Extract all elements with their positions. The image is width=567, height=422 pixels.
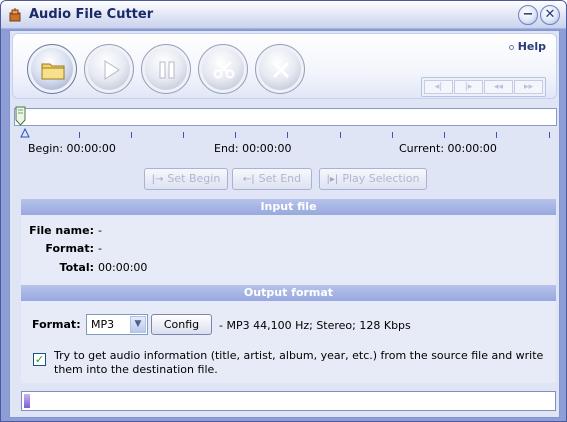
help-bullet-icon <box>508 44 514 50</box>
play-selection-button[interactable]: |▸| Play Selection <box>319 168 427 190</box>
navigation-buttons: ◂| |▸ ◂◂ ▸▸ <box>421 77 546 97</box>
set-end-icon: ←| <box>242 174 255 185</box>
tick <box>444 132 445 138</box>
minimize-button[interactable]: − <box>518 5 538 25</box>
window-title: Audio File Cutter <box>29 7 154 22</box>
format-value: - <box>98 242 102 255</box>
output-format-header: Output format <box>21 285 556 301</box>
current-time: Current: 00:00:00 <box>399 142 497 155</box>
play-icon <box>104 60 120 80</box>
format-label: Format: <box>45 242 94 255</box>
tick <box>235 132 236 138</box>
set-begin-button[interactable]: |→ Set Begin <box>144 168 228 190</box>
set-end-button[interactable]: ←| Set End <box>232 168 312 190</box>
set-begin-label: Set Begin <box>167 172 221 185</box>
stop-button[interactable] <box>255 44 305 94</box>
tick <box>340 132 341 138</box>
format-info: - MP3 44,100 Hz; Stereo; 128 Kbps <box>219 319 411 332</box>
audio-info-checkbox[interactable]: ✓ <box>33 353 46 366</box>
progress-fill <box>24 394 30 408</box>
set-end-label: Set End <box>258 172 302 185</box>
pause-button[interactable] <box>141 44 191 94</box>
tick <box>287 132 288 138</box>
file-name-label: File name: <box>29 224 94 237</box>
position-slider[interactable] <box>14 106 557 126</box>
prev-button[interactable]: ◂| <box>424 80 453 94</box>
open-button[interactable] <box>27 44 77 94</box>
play-selection-label: Play Selection <box>342 172 420 185</box>
format-select[interactable]: MP3 ▼ <box>86 314 148 335</box>
close-button[interactable]: ✕ <box>540 5 560 25</box>
help-label: Help <box>517 40 546 53</box>
scissors-icon <box>213 61 235 79</box>
chevron-down-icon[interactable]: ▼ <box>130 316 146 333</box>
cut-button[interactable] <box>198 44 248 94</box>
end-time: End: 00:00:00 <box>214 142 292 155</box>
tick <box>79 132 80 138</box>
input-file-header: Input file <box>21 199 556 215</box>
play-selection-icon: |▸| <box>326 174 339 185</box>
next-button[interactable]: |▸ <box>454 80 483 94</box>
tick <box>549 132 550 138</box>
slider-thumb[interactable] <box>15 106 26 126</box>
app-window: Audio File Cutter − ✕ Help ◂| |▸ ◂◂ ▸▸ B… <box>0 0 567 422</box>
tick <box>496 132 497 138</box>
tick <box>183 132 184 138</box>
total-label: Total: <box>59 261 94 274</box>
play-button[interactable] <box>84 44 134 94</box>
set-begin-icon: |→ <box>151 174 164 185</box>
format-select-value: MP3 <box>91 318 115 331</box>
main-panel: Help ◂| |▸ ◂◂ ▸▸ Begin: 00:00:00 End: 00… <box>9 30 560 418</box>
timeline-ticks <box>24 132 557 140</box>
toolbar: Help ◂| |▸ ◂◂ ▸▸ <box>12 33 557 99</box>
progress-bar <box>21 391 556 411</box>
rewind-button[interactable]: ◂◂ <box>484 80 513 94</box>
folder-icon <box>41 63 65 80</box>
total-value: 00:00:00 <box>98 261 148 274</box>
file-name-value: - <box>98 224 102 237</box>
pause-icon <box>159 61 175 79</box>
config-button[interactable]: Config <box>151 314 212 335</box>
output-format-label: Format: <box>32 318 81 331</box>
tick <box>131 132 132 138</box>
tick <box>392 132 393 138</box>
stop-icon <box>272 61 290 79</box>
help-link[interactable]: Help <box>508 40 546 53</box>
forward-button[interactable]: ▸▸ <box>514 80 543 94</box>
audio-info-checkbox-label[interactable]: Try to get audio information (title, art… <box>54 349 544 377</box>
begin-time: Begin: 00:00:00 <box>28 142 116 155</box>
app-icon <box>9 8 21 22</box>
title-bar[interactable]: Audio File Cutter − ✕ <box>1 1 566 29</box>
